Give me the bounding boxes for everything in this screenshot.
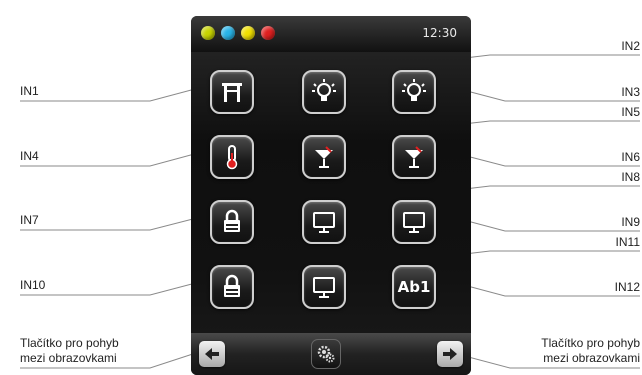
- label-nav-left-line2: mezi obrazovkami: [20, 351, 117, 365]
- status-dot-blue: [221, 26, 235, 40]
- arrow-right-icon: [443, 348, 457, 360]
- in3-button[interactable]: [392, 70, 436, 114]
- in1-button[interactable]: [210, 70, 254, 114]
- label-in12: IN12: [614, 280, 640, 294]
- phone-screen: 12:30 Ab1: [191, 16, 471, 375]
- in10-button[interactable]: [210, 265, 254, 309]
- label-in3: IN3: [621, 85, 640, 99]
- cocktail-icon: [405, 146, 423, 168]
- bulb-icon: [402, 79, 426, 101]
- monitor-icon: [313, 212, 335, 233]
- thermometer-icon: [226, 145, 238, 170]
- label-in5: IN5: [621, 105, 640, 119]
- lock-icon: [224, 209, 240, 232]
- label-in7: IN7: [20, 213, 39, 227]
- label-nav-right-line1: Tlačítko pro pohyb: [541, 336, 640, 350]
- status-time: 12:30: [422, 26, 457, 40]
- in8-button[interactable]: [302, 200, 346, 244]
- in11-button[interactable]: [302, 265, 346, 309]
- gear-icon: [317, 345, 335, 363]
- monitor-icon: [313, 277, 335, 298]
- label-nav-right-line2: mezi obrazovkami: [543, 351, 640, 365]
- arrow-left-icon: [205, 348, 219, 360]
- in6-button[interactable]: [392, 135, 436, 179]
- in2-button[interactable]: [302, 70, 346, 114]
- in12-text-icon: Ab1: [397, 278, 431, 296]
- label-in11: IN11: [615, 235, 640, 249]
- status-dot-green: [201, 26, 215, 40]
- next-screen-button[interactable]: [437, 341, 463, 367]
- cocktail-icon: [315, 146, 333, 168]
- bulb-icon: [312, 79, 336, 101]
- settings-button[interactable]: [311, 339, 341, 369]
- label-in4: IN4: [20, 149, 39, 163]
- status-dot-yellow: [241, 26, 255, 40]
- label-in10: IN10: [20, 278, 46, 292]
- label-nav-left-line1: Tlačítko pro pohyb: [20, 336, 119, 350]
- in12-button[interactable]: Ab1: [392, 265, 436, 309]
- gate-icon: [222, 83, 242, 102]
- bottom-bar: [191, 333, 471, 375]
- status-bar: 12:30: [191, 16, 471, 52]
- status-dot-red: [261, 26, 275, 40]
- in7-button[interactable]: [210, 200, 254, 244]
- in5-button[interactable]: [302, 135, 346, 179]
- lock-icon: [224, 274, 240, 297]
- label-in8: IN8: [621, 170, 640, 184]
- label-in6: IN6: [621, 150, 640, 164]
- label-in1: IN1: [20, 84, 39, 98]
- in9-button[interactable]: [392, 200, 436, 244]
- monitor-icon: [403, 212, 425, 233]
- label-in2: IN2: [621, 39, 640, 53]
- label-in9: IN9: [621, 215, 640, 229]
- prev-screen-button[interactable]: [199, 341, 225, 367]
- in4-button[interactable]: [210, 135, 254, 179]
